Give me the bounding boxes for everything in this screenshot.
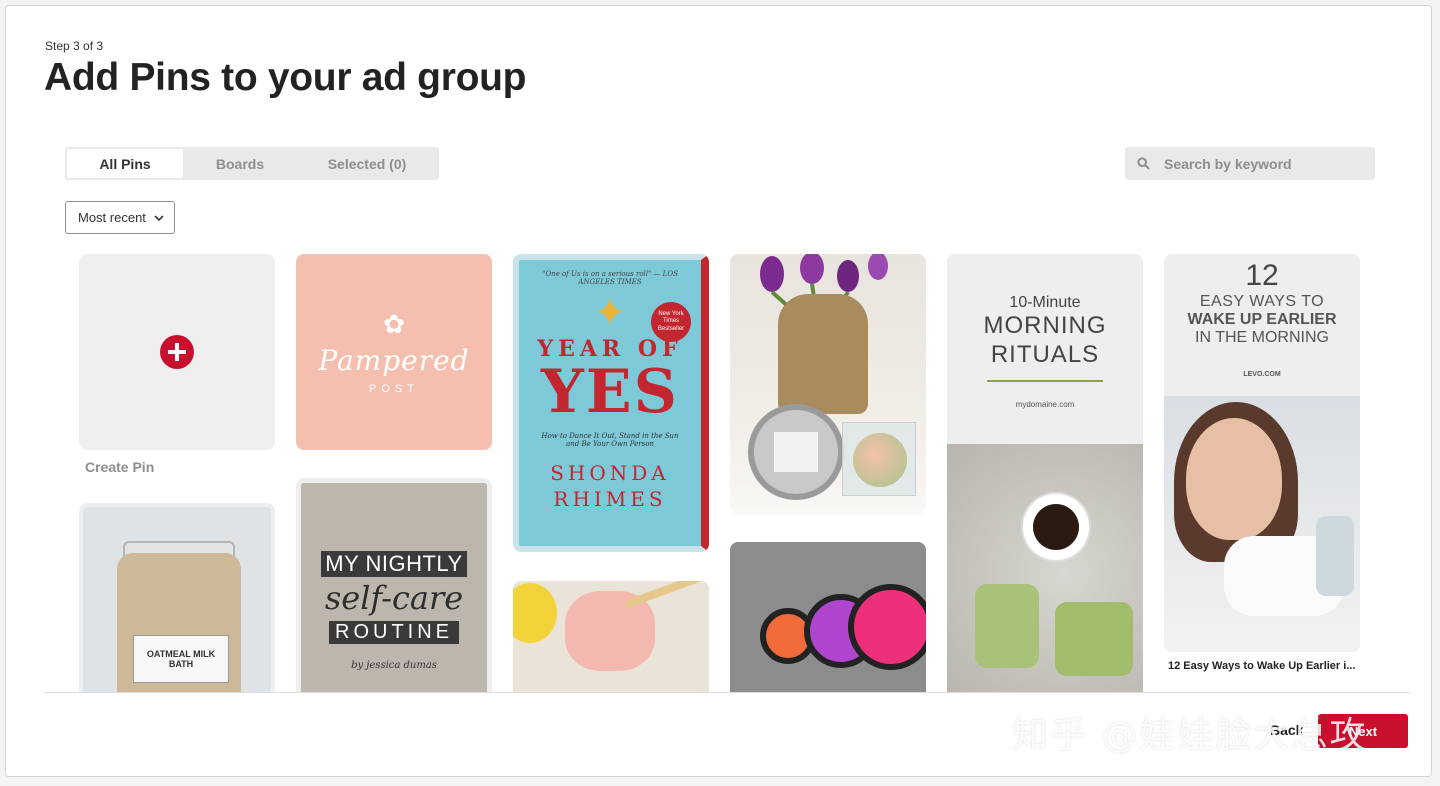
bath-bomb-image [842, 422, 916, 496]
coffee-cup-image [1021, 492, 1091, 562]
pin-pampered-post[interactable]: ✿ Pampered POST [296, 254, 492, 450]
book-subtitle: How to Dance It Out, Stand in the Sun an… [541, 432, 679, 448]
lemon-image [513, 583, 557, 643]
jar-label: OATMEAL MILK BATH [133, 635, 229, 683]
pin-morning-rituals[interactable]: 10-Minute MORNING RITUALS mydomaine.com [947, 254, 1143, 692]
plus-circle-icon[interactable] [160, 335, 194, 369]
author-last: RHIMES [553, 487, 667, 511]
wake-number: 12 [1245, 259, 1279, 292]
morning-line1: 10-Minute [1009, 294, 1081, 311]
wake-header: 12 EASY WAYS TO WAKE UP EARLIER IN THE M… [1164, 254, 1360, 396]
pin-wake-up-earlier[interactable]: 12 EASY WAYS TO WAKE UP EARLIER IN THE M… [1164, 254, 1360, 652]
bestseller-badge: New York Times Bestseller [651, 302, 691, 342]
nightly-line1: MY NIGHTLY [321, 551, 467, 577]
wake-line2: WAKE UP EARLIER [1187, 311, 1337, 328]
watermark-text: 知乎 @娃娃脸大总攻 [1012, 715, 1368, 756]
alarm-clock-image [1316, 516, 1354, 596]
pin-caption-wake: 12 Easy Ways to Wake Up Earlier i... [1168, 660, 1356, 672]
pin-lemon-scrub[interactable] [513, 581, 709, 692]
wake-line3: IN THE MORNING [1195, 329, 1329, 346]
pin-oatmeal-milk-bath[interactable]: OATMEAL MILK BATH [79, 503, 275, 692]
morning-header: 10-Minute MORNING RITUALS mydomaine.com [947, 254, 1143, 444]
book-author: SHONDA RHIMES [550, 460, 670, 512]
ad-group-panel: Step 3 of 3 Add Pins to your ad group Al… [5, 5, 1432, 777]
create-pin-card[interactable] [79, 254, 275, 450]
pin-colorful-scrubs[interactable] [730, 542, 926, 692]
pin-bath-bomb-gift[interactable] [730, 254, 926, 514]
pink-jar-image [848, 584, 926, 670]
nightly-byline: by jessica dumas [351, 660, 437, 671]
create-pin-label: Create Pin [85, 459, 155, 475]
pin-grid: Create Pin OATMEAL MILK BATH ✿ Pampered … [6, 6, 1431, 692]
wake-site: LEVO.COM [1243, 371, 1281, 378]
avocado-toast-image-2 [1055, 602, 1133, 676]
footer-divider [44, 692, 1411, 693]
author-first: SHONDA [550, 461, 670, 485]
pin-year-of-yes[interactable]: "One of Us is on a serious roll" — LOS A… [513, 254, 709, 552]
woman-photo [1164, 396, 1360, 652]
book-title-line2: YES [541, 357, 679, 427]
flower-icon: ✿ [383, 309, 405, 339]
face-image [1186, 418, 1282, 540]
pampered-subtitle: POST [369, 383, 419, 395]
tin-image [748, 404, 844, 500]
morning-site: mydomaine.com [1015, 399, 1075, 409]
avocado-toast-image [975, 584, 1039, 668]
morning-line2: MORNING [983, 312, 1107, 339]
morning-line3: RITUALS [990, 340, 1100, 368]
burlap-vase-image [778, 294, 868, 414]
nightly-line2: self-care [324, 579, 464, 617]
book-blurb: "One of Us is on a serious roll" — LOS A… [542, 270, 678, 286]
nightly-line3: ROUTINE [329, 621, 459, 644]
wake-line1: EASY WAYS TO [1199, 293, 1325, 310]
pin-nightly-self-care[interactable]: MY NIGHTLY self-care ROUTINE by jessica … [296, 478, 492, 692]
green-rule [987, 379, 1103, 382]
dancer-icon: ✦ [593, 291, 627, 335]
pampered-title: Pampered [318, 344, 470, 377]
